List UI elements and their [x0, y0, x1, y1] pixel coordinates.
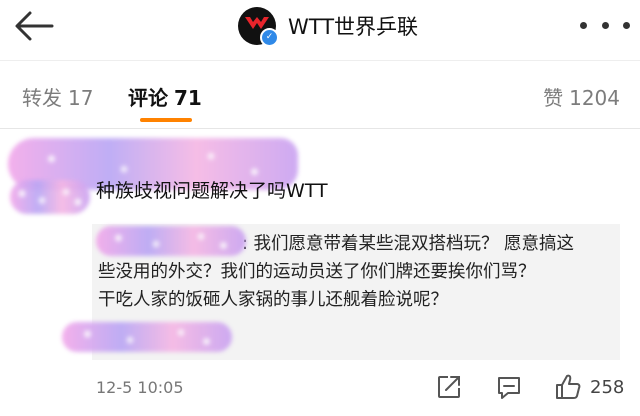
top-bar: ✓ WTT世界乒联: [0, 0, 640, 52]
account-header[interactable]: ✓ WTT世界乒联: [238, 6, 418, 47]
obscured-avatar: [10, 180, 90, 214]
account-name[interactable]: WTT世界乒联: [288, 11, 418, 41]
tab-count: 71: [174, 86, 202, 110]
avatar[interactable]: ✓: [238, 7, 279, 47]
tab-label: 转发: [22, 86, 62, 110]
obscured-reply-username: [96, 226, 246, 256]
tab-count: 17: [68, 86, 94, 110]
reply-icon[interactable]: [496, 374, 522, 400]
reply-line: 干吃人家的饭砸人家锅的事儿还舰着脸说呢？: [98, 290, 448, 310]
back-arrow-icon: [15, 11, 54, 41]
tab-label: 赞: [543, 86, 564, 110]
back-button[interactable]: [12, 8, 56, 44]
active-tab-indicator: [140, 118, 192, 122]
tab-bar: 转发 17 评论 71 赞 1204: [0, 70, 640, 128]
share-icon[interactable]: [436, 374, 462, 400]
tab-comments[interactable]: 评论 71: [128, 82, 202, 111]
thumbs-up-icon: [556, 374, 581, 399]
comment-text: 种族歧视问题解决了吗WTT: [96, 180, 328, 202]
more-button[interactable]: [580, 14, 630, 36]
reply-line: 些没用的外交？我们的运动员送了你们牌还要挨你们骂？: [98, 262, 536, 282]
verified-badge-icon: ✓: [260, 28, 279, 47]
divider: [0, 128, 640, 129]
like-button[interactable]: 258: [554, 372, 624, 402]
timestamp: 12-5 10:05: [96, 378, 184, 397]
like-count: 258: [590, 376, 625, 398]
tab-likes[interactable]: 赞 1204: [543, 82, 620, 111]
divider: [0, 60, 640, 61]
tab-count: 1204: [569, 86, 620, 110]
tab-label: 评论: [128, 86, 168, 110]
comment-meta: 12-5 10:05 258: [0, 368, 640, 408]
more-dots-icon: [580, 21, 587, 29]
tab-repost[interactable]: 转发 17: [22, 82, 93, 111]
obscured-content: [62, 322, 232, 352]
